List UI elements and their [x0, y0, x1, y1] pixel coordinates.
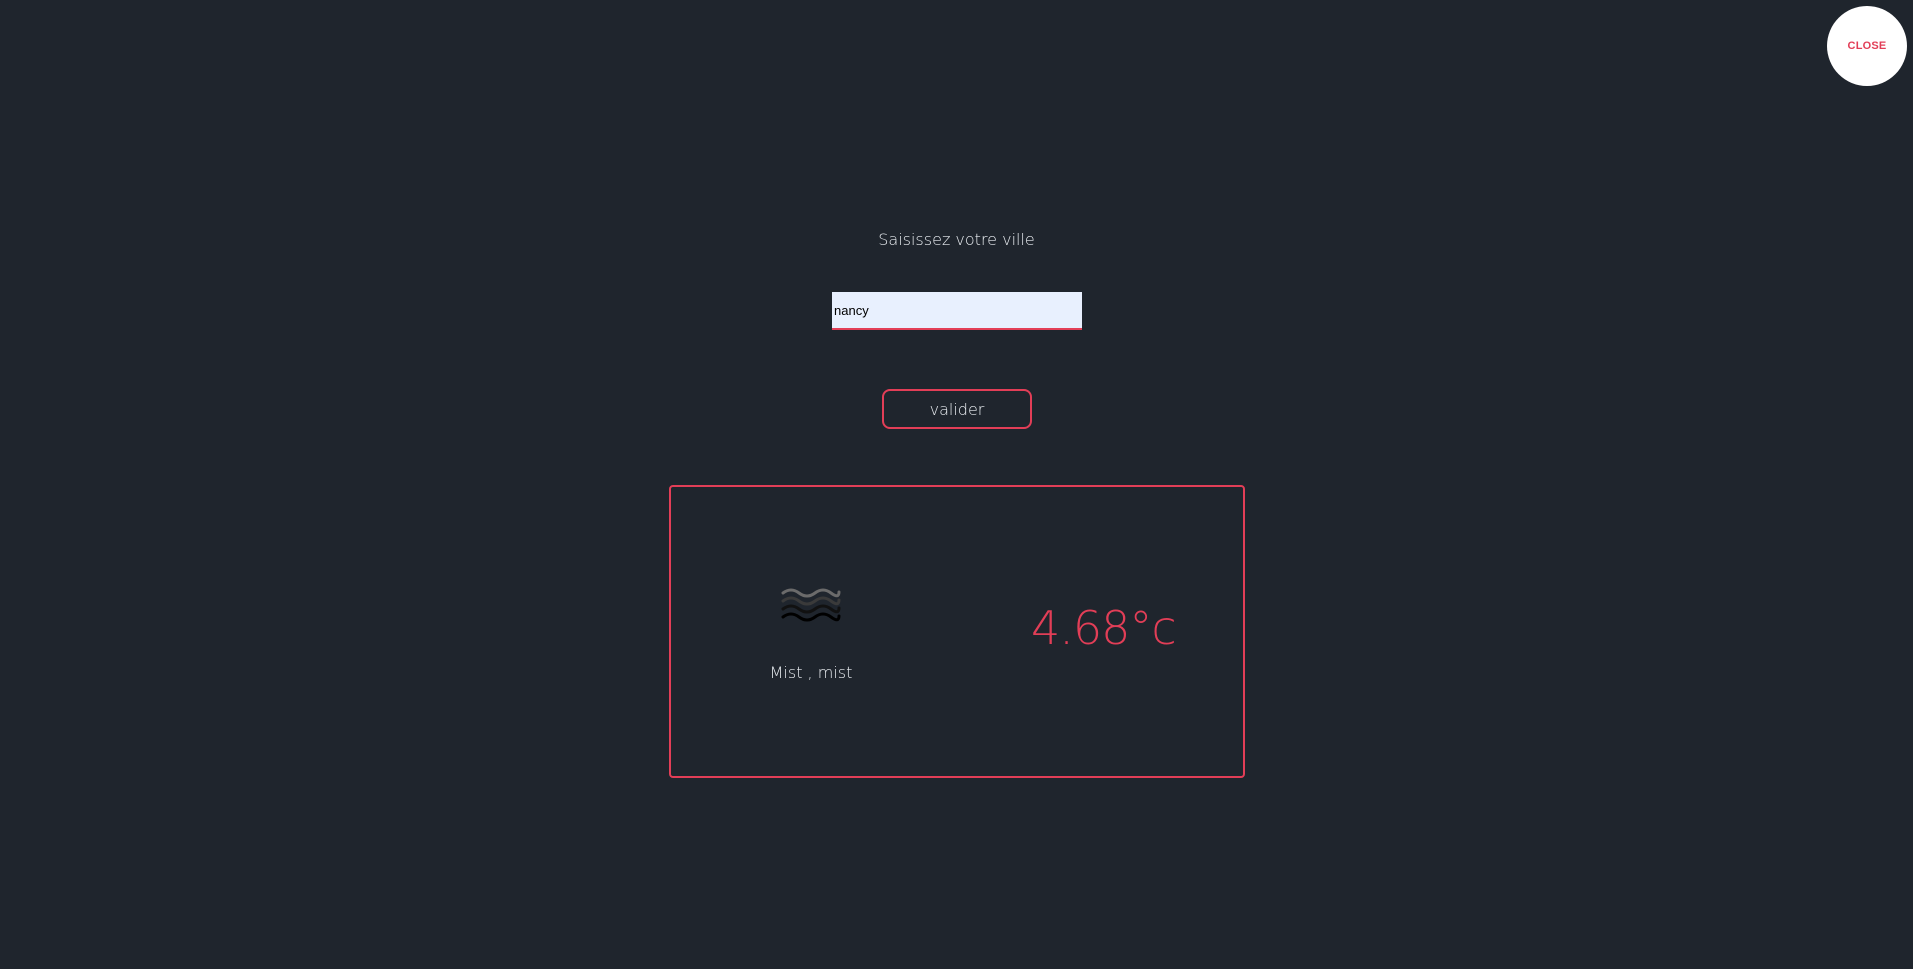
valider-button[interactable]: valider [882, 389, 1032, 429]
city-prompt-label: Saisissez votre ville [878, 230, 1035, 249]
city-input[interactable] [832, 292, 1082, 330]
weather-card: Mist , mist 4.68°c [669, 485, 1245, 778]
page: CLOSE Saisissez votre ville valider Mist… [0, 0, 1913, 969]
temperature-value: 4.68°c [1031, 601, 1177, 655]
mist-icon [781, 588, 841, 622]
close-button[interactable]: CLOSE [1827, 6, 1907, 86]
weather-description: Mist , mist [769, 663, 853, 682]
